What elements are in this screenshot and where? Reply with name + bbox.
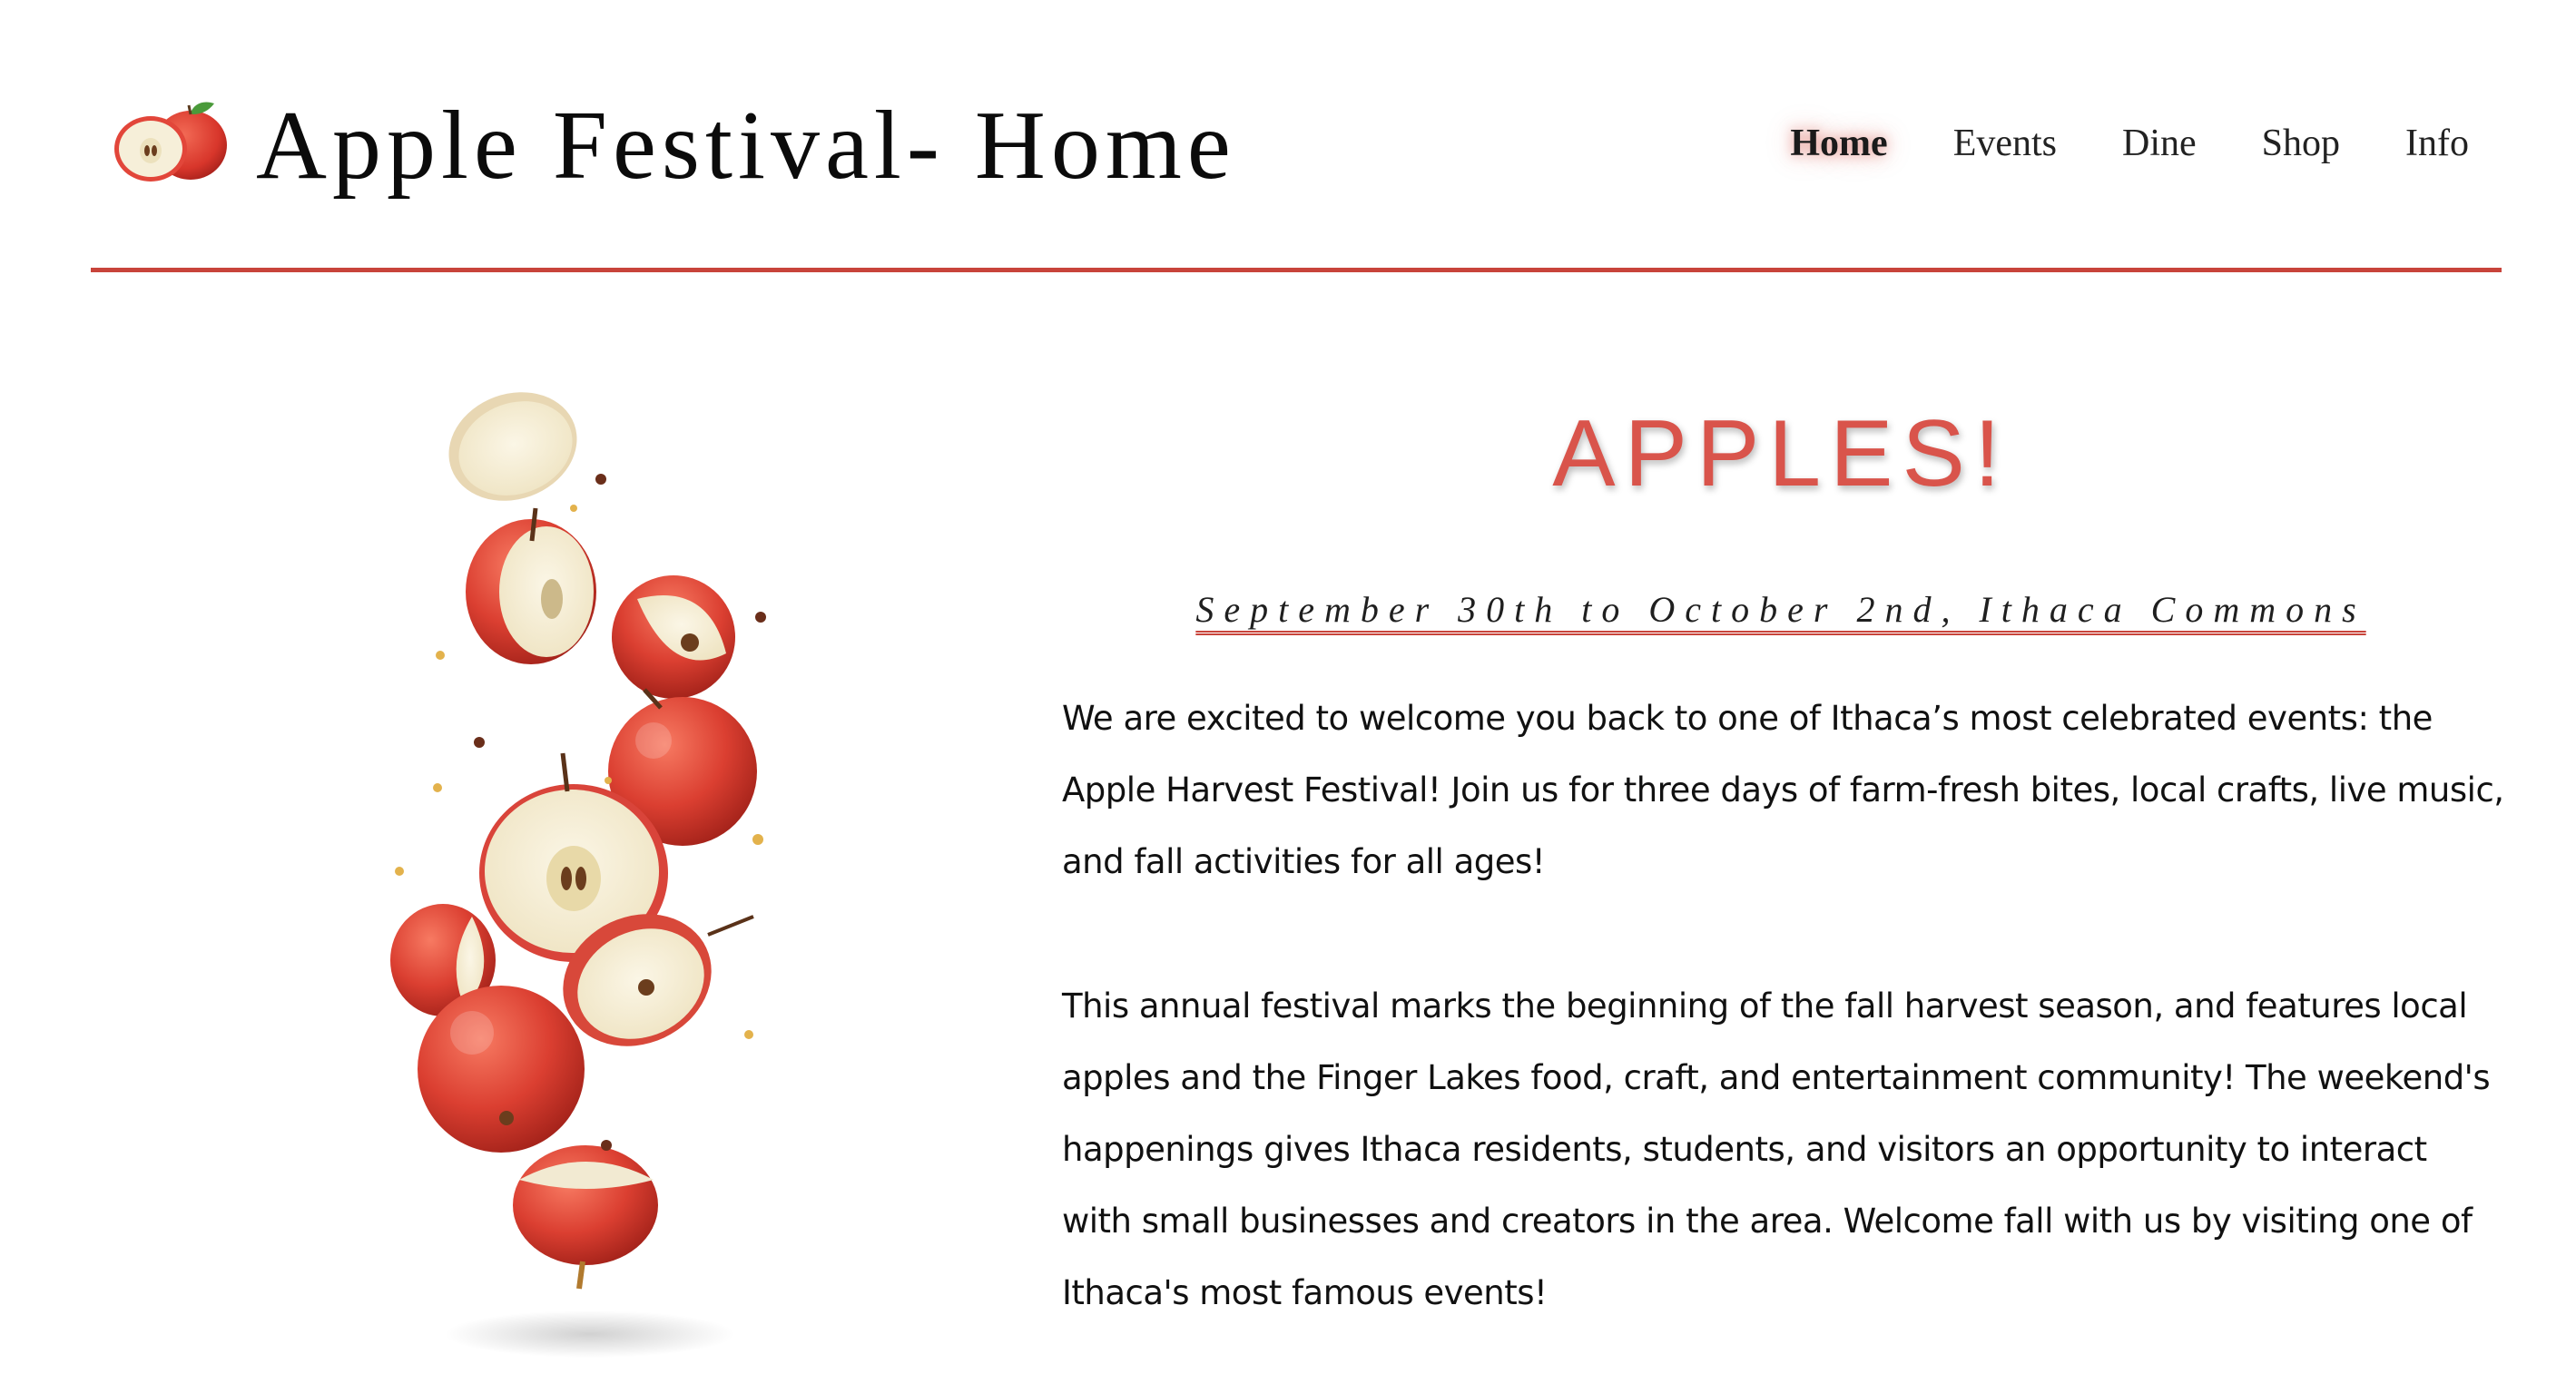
header-divider bbox=[91, 268, 2502, 272]
nav-dine[interactable]: Dine bbox=[2122, 114, 2197, 172]
apple-icon bbox=[114, 102, 227, 182]
nav-events[interactable]: Events bbox=[1953, 114, 2057, 172]
main-content: APPLES! September 30th to October 2nd, I… bbox=[1062, 381, 2514, 1329]
event-dates-text: September 30th to October 2nd, Ithaca Co… bbox=[1195, 589, 2366, 630]
nav-info[interactable]: Info bbox=[2405, 114, 2469, 172]
apples-heading: APPLES! bbox=[1552, 401, 2010, 506]
main-nav: Home Events Dine Shop Info bbox=[1790, 114, 2469, 172]
intro-paragraph: We are excited to welcome you back to on… bbox=[1062, 699, 2504, 881]
about-paragraph: This annual festival marks the beginning… bbox=[1062, 986, 2491, 1312]
nav-home[interactable]: Home bbox=[1790, 114, 1887, 172]
falling-apples-image bbox=[390, 392, 766, 1358]
event-dates: September 30th to October 2nd, Ithaca Co… bbox=[1062, 581, 2500, 639]
nav-shop[interactable]: Shop bbox=[2262, 114, 2340, 172]
site-title: Apple Festival- Home bbox=[256, 92, 1236, 200]
site-header: Apple Festival- Home Home Events Dine Sh… bbox=[0, 0, 2576, 272]
